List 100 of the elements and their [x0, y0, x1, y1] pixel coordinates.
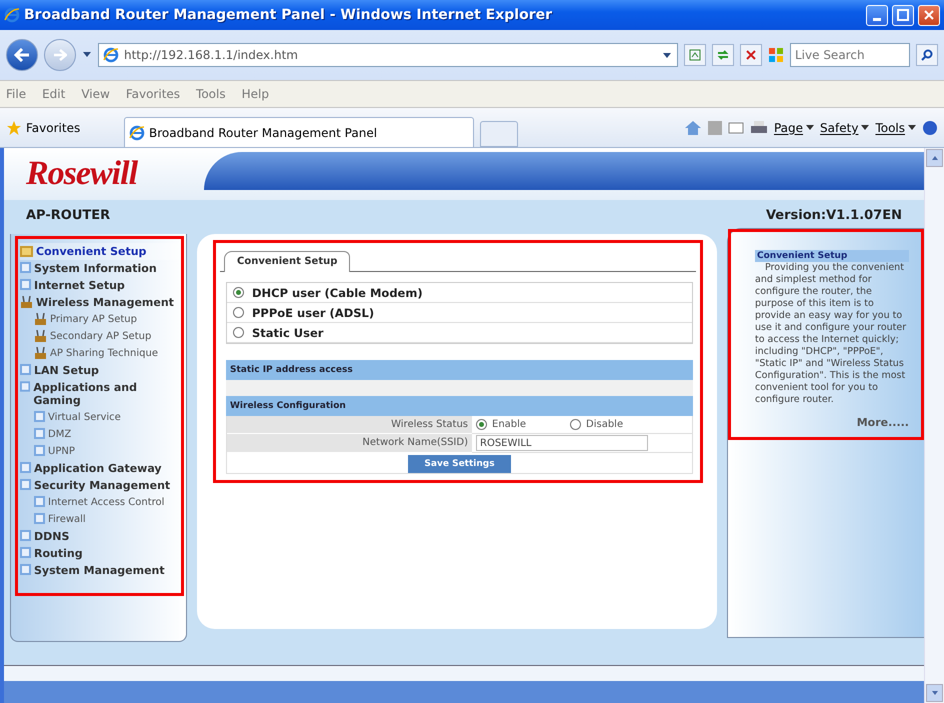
star-icon [6, 120, 22, 136]
forward-arrow-icon [53, 49, 67, 61]
close-icon [923, 9, 935, 21]
search-provider-icon [768, 47, 784, 63]
menu-item[interactable]: Wireless Management [20, 294, 179, 311]
field-label: Wireless Status [227, 416, 472, 434]
antenna-icon [20, 296, 33, 308]
page-view-icon [689, 49, 701, 61]
radio-option[interactable]: DHCP user (Cable Modem) [227, 283, 692, 303]
help-title: Convenient Setup [755, 250, 909, 262]
window-title: Broadband Router Management Panel - Windows Internet Explorer [24, 7, 554, 23]
search-icon [921, 49, 933, 61]
radio-button[interactable] [233, 327, 244, 338]
save-button[interactable]: Save Settings [408, 455, 511, 473]
more-link[interactable]: More..... [755, 416, 909, 429]
menu-item[interactable]: Edit [42, 87, 66, 101]
menu-item[interactable]: Internet Setup [20, 277, 179, 294]
refresh-button[interactable] [712, 44, 734, 66]
menu-item[interactable]: Internet Access Control [20, 494, 179, 511]
radio-button[interactable] [476, 419, 487, 430]
home-icon[interactable] [684, 120, 702, 136]
browser-icon [4, 7, 20, 23]
menu-item[interactable]: Routing [20, 545, 179, 562]
forward-button[interactable] [44, 39, 76, 71]
minimize-icon [873, 18, 881, 20]
radio-option[interactable]: PPPoE user (ADSL) [227, 303, 692, 323]
browser-tab[interactable]: Broadband Router Management Panel [124, 117, 474, 147]
antenna-icon [34, 313, 47, 325]
browser-icon [103, 47, 119, 63]
page-icon [34, 428, 45, 439]
field-label: Network Name(SSID) [227, 434, 472, 453]
model-name: AP-ROUTER [26, 208, 110, 222]
command-menu[interactable]: Safety [820, 120, 870, 134]
favorites-button[interactable]: Favorites [6, 120, 118, 136]
compatibility-button[interactable] [684, 44, 706, 66]
radio-button[interactable] [233, 307, 244, 318]
help-text: Providing you the convenient and simplest method for configure the router, the purpose of this item is to provide an easy way for you to use it and configure your router to access the Internet quickly; including "DHCP", "PPPoE", "Static IP" and "Wireless Status Configuration". This is the most convenient tool for you to configure router. [755, 262, 908, 406]
maximize-button[interactable] [892, 4, 914, 26]
tab[interactable]: Convenient Setup [224, 251, 350, 272]
menu-item[interactable]: Primary AP Setup [20, 311, 179, 328]
menu-item[interactable]: Favorites [126, 87, 180, 101]
radio-button[interactable] [570, 419, 581, 430]
menu-item[interactable]: Tools [196, 87, 226, 101]
menu-item[interactable]: Virtual Service [20, 409, 179, 426]
menu-item[interactable]: System Management [20, 562, 179, 579]
address-field[interactable]: http://192.168.1.1/index.htm [98, 43, 678, 67]
menu-item[interactable]: LAN Setup [20, 362, 179, 379]
caret-icon [908, 124, 916, 130]
search-button[interactable] [916, 44, 938, 66]
menu-item[interactable]: Firewall [20, 511, 179, 528]
antenna-icon [34, 330, 47, 342]
scroll-up-button[interactable] [926, 149, 943, 167]
back-arrow-icon [14, 48, 30, 62]
scrollbar[interactable] [924, 148, 944, 703]
stop-button[interactable] [740, 44, 762, 66]
page-icon [20, 547, 31, 558]
radio-option[interactable]: Disable [570, 419, 658, 430]
section-heading: Static IP address access [226, 360, 693, 380]
scroll-down-button[interactable] [926, 684, 943, 702]
section-heading: Wireless Configuration [226, 396, 693, 416]
menu-item[interactable]: DDNS [20, 528, 179, 545]
version-label: Version:V1.1.07EN [766, 208, 902, 222]
command-menu[interactable]: Page [774, 120, 814, 134]
menu-item[interactable]: View [81, 87, 110, 101]
page-icon [20, 530, 31, 541]
radio-option[interactable]: Enable [476, 419, 564, 430]
browser-icon [129, 124, 145, 140]
dropdown-icon[interactable] [82, 51, 92, 59]
page-icon [34, 513, 45, 524]
menu-item[interactable]: Help [242, 87, 269, 101]
antenna-icon [34, 347, 47, 359]
menu-item[interactable]: System Information [20, 260, 179, 277]
menu-item[interactable]: Secondary AP Setup [20, 328, 179, 345]
up-arrow-icon [930, 155, 938, 161]
page-icon [20, 279, 31, 290]
menu-item[interactable]: DMZ [20, 426, 179, 443]
page-icon [20, 364, 31, 375]
menu-item[interactable]: Security Management [20, 477, 179, 494]
minimize-button[interactable] [866, 4, 888, 26]
command-menu[interactable]: Tools [875, 120, 916, 134]
radio-option[interactable]: Static User [227, 323, 692, 343]
refresh-icon [716, 49, 730, 61]
printer-icon[interactable] [750, 120, 768, 136]
menu-item[interactable]: AP Sharing Technique [20, 345, 179, 362]
close-button[interactable] [918, 4, 940, 26]
page-icon [20, 462, 31, 473]
page-icon [34, 496, 45, 507]
menu-item[interactable]: File [6, 87, 26, 101]
page-icon [34, 445, 45, 456]
radio-button[interactable] [233, 287, 244, 298]
back-button[interactable] [6, 39, 38, 71]
search-field[interactable]: Live Search [790, 43, 910, 67]
page-icon [20, 564, 31, 575]
stop-icon [746, 50, 756, 60]
ssid-field[interactable]: ROSEWILL [476, 435, 648, 451]
menu-item[interactable]: Application Gateway [20, 460, 179, 477]
menu-item[interactable]: Applications and Gaming [20, 379, 179, 409]
menu-item[interactable]: UPNP [20, 443, 179, 460]
caret-icon [861, 124, 870, 130]
caret-icon [806, 124, 814, 130]
